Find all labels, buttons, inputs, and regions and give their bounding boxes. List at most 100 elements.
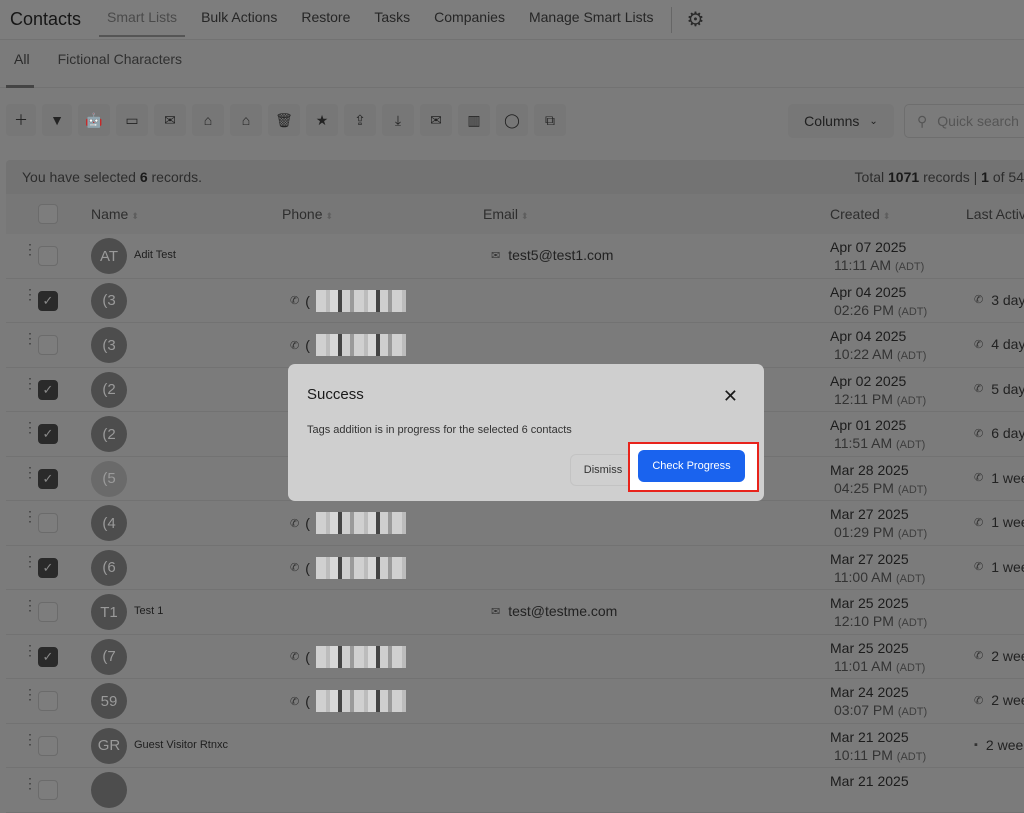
contact-name[interactable]: Test 1 xyxy=(134,605,163,617)
phone-cell[interactable]: ✆( xyxy=(290,512,406,534)
created-cell: Mar 27 2025 01:29 PM (ADT) xyxy=(830,505,927,543)
row-menu-icon[interactable]: ⋮ xyxy=(23,509,37,523)
upload-icon[interactable]: ⇪ xyxy=(344,104,376,136)
row-menu-icon[interactable]: ⋮ xyxy=(23,643,37,657)
table-row[interactable]: ⋮59✆(Mar 24 202503:07 PM (ADT)✆2 wee xyxy=(6,679,1024,724)
quick-search-input[interactable]: ⚲ Quick search xyxy=(904,104,1024,138)
last-activity-cell: ✆ 1 wee xyxy=(974,559,1024,575)
nav-bulk-actions[interactable]: Bulk Actions xyxy=(201,0,277,40)
phone-cell[interactable]: ✆( xyxy=(290,556,406,579)
table-row[interactable]: ⋮(4✆(Mar 27 202501:29 PM (ADT)✆1 wee xyxy=(6,501,1024,546)
last-activity-text: 2 wee xyxy=(991,647,1024,664)
avatar: (7 xyxy=(91,638,127,675)
table-row[interactable]: ⋮ AT Adit Test ✉ test5@test1.com Apr 07 2025 1… xyxy=(6,234,1024,279)
table-row[interactable]: ⋮ T1 Test 1 ✉ test@testme.com Mar 25 2025 12:1… xyxy=(6,590,1024,635)
tag-remove-icon[interactable]: ⌂ xyxy=(230,104,262,136)
check-progress-button[interactable]: Check Progress xyxy=(638,450,745,482)
row-checkbox[interactable] xyxy=(38,691,58,711)
filter-icon[interactable]: ▼ xyxy=(42,104,72,136)
tag-add-icon[interactable]: ⌂ xyxy=(192,104,224,136)
download-icon[interactable]: ⤓ xyxy=(382,104,414,136)
row-checkbox[interactable] xyxy=(38,602,58,622)
table-row[interactable]: ⋮✓(6✆(Mar 27 202511:00 AM (ADT)✆1 wee xyxy=(6,546,1024,590)
row-menu-icon[interactable]: ⋮ xyxy=(23,420,37,434)
row-menu-icon[interactable]: ⋮ xyxy=(23,376,37,390)
timezone: (ADT) xyxy=(896,661,926,674)
nav-restore[interactable]: Restore xyxy=(301,0,350,40)
pagination-summary: Total 1071 records | 1 of 54 xyxy=(854,169,1024,185)
row-menu-icon[interactable]: ⋮ xyxy=(23,287,37,301)
row-checkbox[interactable]: ✓ xyxy=(38,290,58,311)
timezone: (ADT) xyxy=(896,439,926,451)
phone-cell[interactable]: ✆( xyxy=(290,289,406,312)
row-menu-icon[interactable]: ⋮ xyxy=(23,776,37,790)
column-phone[interactable]: Phone ⬍ xyxy=(282,206,333,222)
selection-bar: You have selected 6 records. Total 1071 … xyxy=(6,160,1024,194)
whatsapp-icon[interactable]: ◯ xyxy=(496,104,528,136)
message-icon[interactable]: ▭ xyxy=(116,104,148,136)
tab-all[interactable]: All xyxy=(6,40,34,88)
plus-icon[interactable]: ＋ xyxy=(6,104,36,136)
close-icon[interactable]: ✕ xyxy=(723,386,738,407)
avatar: 59 xyxy=(91,683,127,719)
dismiss-button[interactable]: Dismiss xyxy=(570,454,636,486)
last-activity-text: 1 wee xyxy=(991,469,1024,486)
table-row[interactable]: ⋮ Mar 21 2025 xyxy=(6,768,1024,813)
row-checkbox[interactable] xyxy=(38,246,58,266)
email-icon[interactable]: ✉ xyxy=(154,104,186,136)
column-created[interactable]: Created ⬍ xyxy=(830,206,890,222)
column-email[interactable]: Email ⬍ xyxy=(483,206,529,222)
table-row[interactable]: ⋮✓(7✆(Mar 25 202511:01 AM (ADT)✆2 wee xyxy=(6,635,1024,679)
columns-dropdown[interactable]: Columns ⌄ xyxy=(788,104,894,138)
row-checkbox[interactable] xyxy=(38,780,58,800)
phone-cell[interactable]: ✆( xyxy=(290,690,406,712)
row-checkbox[interactable] xyxy=(38,735,58,756)
contact-name[interactable]: Adit Test xyxy=(134,249,176,261)
row-checkbox[interactable]: ✓ xyxy=(38,379,58,400)
created-date: Mar 24 2025 xyxy=(830,684,909,700)
building-icon[interactable]: ▥ xyxy=(458,104,490,136)
email-cell[interactable]: ✉ test@testme.com xyxy=(491,603,617,619)
last-activity-cell: ✆ 4 day xyxy=(974,336,1024,352)
merge-icon[interactable]: ⧉ xyxy=(534,104,566,136)
sort-icon: ⬍ xyxy=(131,211,139,221)
star-icon[interactable]: ★ xyxy=(306,104,338,136)
select-all-checkbox[interactable] xyxy=(38,204,58,224)
email-cell[interactable]: ✉ test5@test1.com xyxy=(491,247,613,263)
row-checkbox[interactable]: ✓ xyxy=(38,424,58,444)
trash-icon[interactable]: 🗑 xyxy=(268,104,300,136)
row-menu-icon[interactable]: ⋮ xyxy=(23,242,37,256)
column-name[interactable]: Name ⬍ xyxy=(91,206,139,222)
contact-name[interactable]: Guest Visitor Rtnxc xyxy=(134,739,228,751)
table-row[interactable]: ⋮ GR Guest Visitor Rtnxc Mar 21 2025 10:11 P… xyxy=(6,724,1024,768)
row-menu-icon[interactable]: ⋮ xyxy=(23,598,37,612)
robot-icon[interactable]: 🤖 xyxy=(78,104,110,136)
mail-review-icon[interactable]: ✉ xyxy=(420,104,452,136)
row-menu-icon[interactable]: ⋮ xyxy=(23,687,37,701)
row-checkbox[interactable]: ✓ xyxy=(38,468,58,489)
row-menu-icon[interactable]: ⋮ xyxy=(23,331,37,345)
nav-smart-lists[interactable]: Smart Lists xyxy=(99,0,186,40)
row-menu-icon[interactable]: ⋮ xyxy=(23,732,37,746)
created-cell: Mar 21 2025 10:11 PM (ADT) xyxy=(830,728,926,766)
row-checkbox[interactable]: ✓ xyxy=(38,646,58,667)
timezone: (ADT) xyxy=(897,528,928,540)
row-checkbox[interactable] xyxy=(38,513,58,533)
nav-companies[interactable]: Companies xyxy=(434,0,505,40)
email-text: test5@test1.com xyxy=(508,247,614,263)
gear-icon[interactable]: ⚙ xyxy=(686,7,704,32)
column-last-activity[interactable]: Last Activ xyxy=(966,206,1024,222)
table-row[interactable]: ⋮ ✓ (3 ✆(Apr 04 2025 02:26 PM (ADT) ✆ 3 day xyxy=(6,279,1024,323)
row-menu-icon[interactable]: ⋮ xyxy=(23,554,37,568)
last-activity-cell: ✆ 2 wee xyxy=(974,648,1024,664)
row-checkbox[interactable] xyxy=(38,335,58,355)
nav-tasks[interactable]: Tasks xyxy=(374,0,410,40)
table-row[interactable]: ⋮ (3 ✆(Apr 04 2025 10:22 AM (ADT) ✆ 4 day xyxy=(6,323,1024,368)
phone-cell[interactable]: ✆( xyxy=(290,645,406,668)
timezone: (ADT) xyxy=(896,394,927,407)
nav-manage-smart-lists[interactable]: Manage Smart Lists xyxy=(529,0,654,40)
phone-cell[interactable]: ✆( xyxy=(290,334,406,356)
tab-fictional-characters[interactable]: Fictional Characters xyxy=(58,40,183,88)
row-checkbox[interactable]: ✓ xyxy=(38,557,58,578)
row-menu-icon[interactable]: ⋮ xyxy=(23,465,37,479)
